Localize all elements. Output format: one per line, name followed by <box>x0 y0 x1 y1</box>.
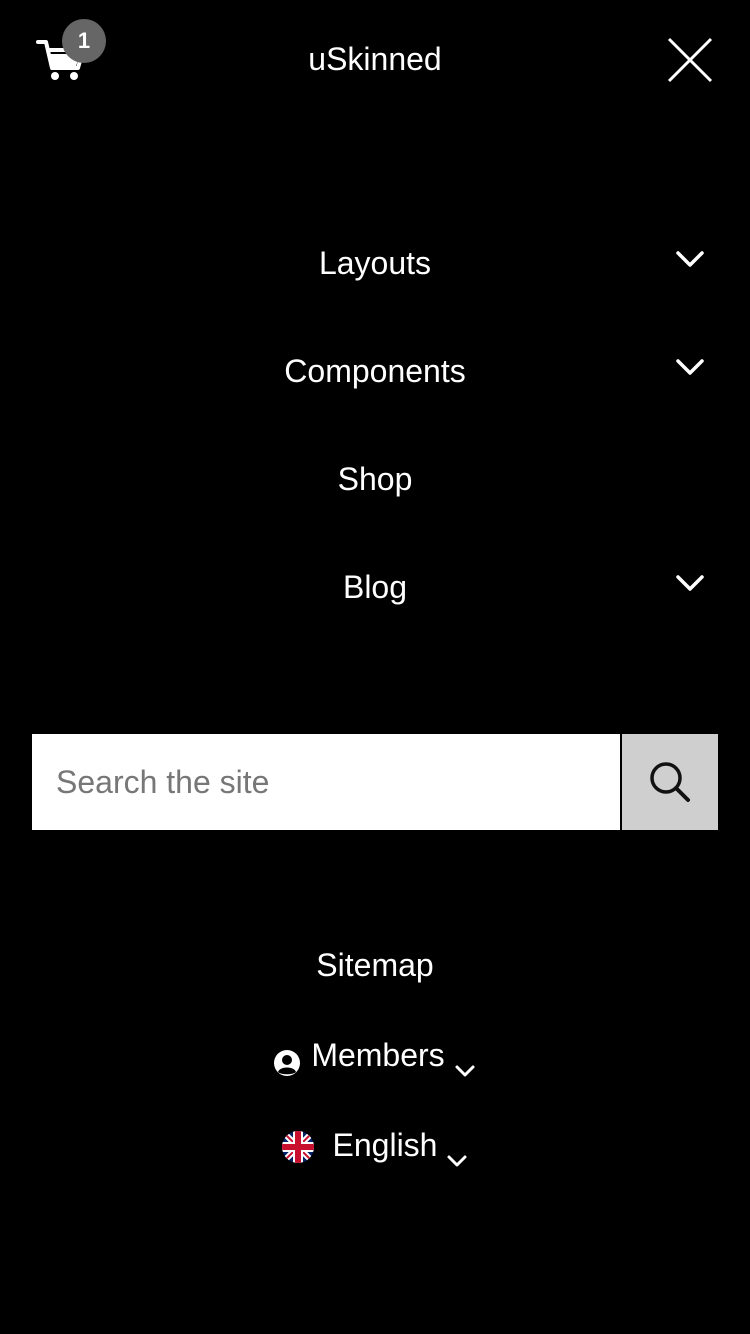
search-button[interactable] <box>622 734 718 830</box>
components-expand-button[interactable] <box>672 356 708 380</box>
search-icon <box>650 762 690 802</box>
nav-item-layouts[interactable]: Layouts <box>0 235 750 291</box>
chevron-down-icon <box>676 251 704 267</box>
nav-item-shop[interactable]: Shop <box>0 451 750 507</box>
close-menu-button[interactable] <box>666 36 714 84</box>
nav-item-blog[interactable]: Blog <box>0 559 750 615</box>
language-label: English <box>332 1127 438 1163</box>
user-circle-icon <box>273 1041 301 1076</box>
members-label: Members <box>311 1037 445 1073</box>
chevron-down-icon <box>676 359 704 375</box>
layouts-expand-button[interactable] <box>672 248 708 272</box>
members-menu[interactable]: Members <box>0 1030 750 1080</box>
language-selector[interactable]: English <box>0 1120 750 1170</box>
chevron-down-icon <box>453 1045 477 1077</box>
site-title[interactable]: uSkinned <box>0 38 750 80</box>
chevron-down-icon <box>445 1135 469 1167</box>
close-icon <box>667 37 713 83</box>
chevron-down-icon <box>676 575 704 591</box>
nav-item-components[interactable]: Components <box>0 343 750 399</box>
uk-flag-icon <box>281 1128 315 1163</box>
blog-expand-button[interactable] <box>672 572 708 596</box>
search-input[interactable] <box>32 734 620 830</box>
sitemap-link[interactable]: Sitemap <box>0 940 750 990</box>
